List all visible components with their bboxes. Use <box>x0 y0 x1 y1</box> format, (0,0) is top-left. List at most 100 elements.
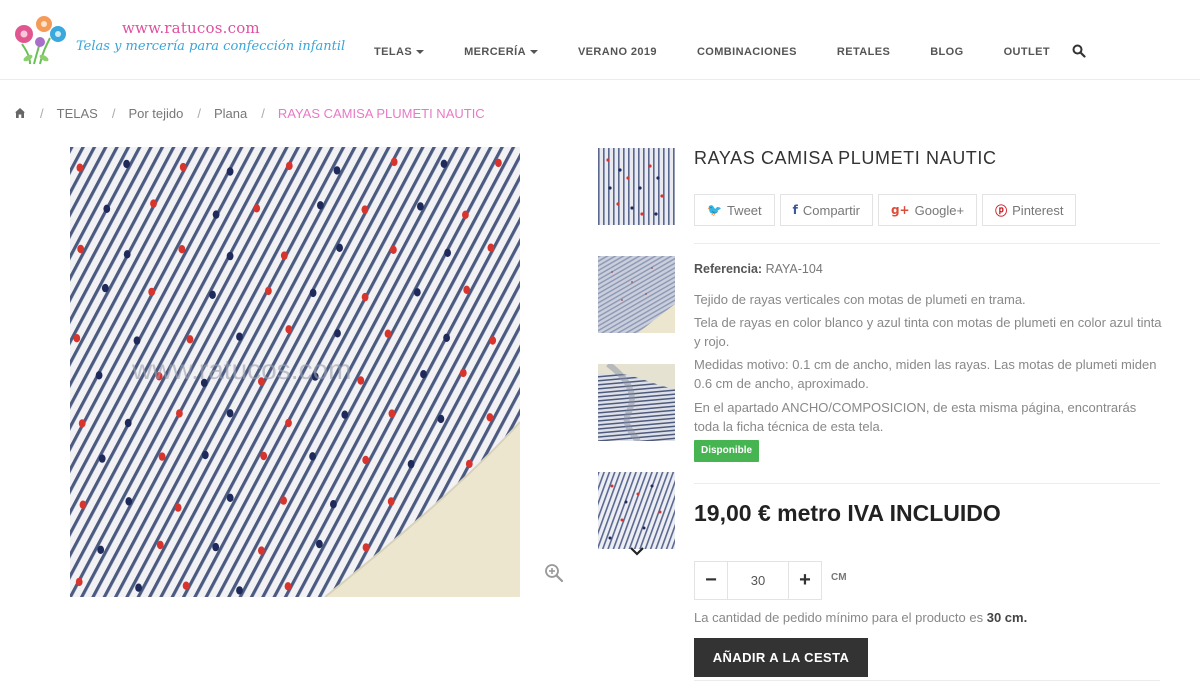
plumeti-dot <box>330 500 337 509</box>
plumeti-dot <box>285 161 293 171</box>
plumeti-dot <box>209 290 216 299</box>
quantity-unit: CM <box>831 572 847 583</box>
nav-item-verano-2019[interactable]: VERANO 2019 <box>578 46 657 58</box>
google-plus-button[interactable]: g+ Google+ <box>877 194 978 226</box>
plumeti-dot <box>125 497 133 506</box>
nav-item-combinaciones[interactable]: COMBINACIONES <box>697 46 797 58</box>
plumeti-dot <box>465 459 473 469</box>
fabric-photo: www.ratucos.com <box>70 147 520 597</box>
plumeti-dot <box>150 199 157 208</box>
facebook-label: Compartir <box>802 202 860 218</box>
minimum-order-note: La cantidad de pedido mínimo para el pro… <box>694 610 1027 625</box>
description-line-2: Tela de rayas en color blanco y azul tin… <box>694 315 1162 349</box>
plumeti-dot <box>78 419 86 428</box>
plumeti-dot <box>463 285 471 294</box>
pinterest-button[interactable]: ⓟ Pinterest <box>982 194 1077 226</box>
plumeti-dot <box>148 287 156 297</box>
plumeti-dot <box>459 368 467 378</box>
quantity-increase-button[interactable]: + <box>788 561 822 600</box>
breadcrumb-separator: / <box>111 105 116 121</box>
description-line-4: En el apartado ANCHO/COMPOSICION, de est… <box>694 400 1137 434</box>
tweet-button[interactable]: 🐦 Tweet <box>694 194 775 226</box>
product-title: RAYAS CAMISA PLUMETI NAUTIC <box>694 148 997 168</box>
thumbnail-4[interactable] <box>598 472 675 549</box>
plumeti-dot <box>97 545 105 554</box>
nav-item-label: BLOG <box>930 46 964 58</box>
divider <box>694 483 1160 484</box>
plumeti-dot <box>174 503 182 512</box>
tweet-label: Tweet <box>726 202 762 218</box>
plumeti-dot <box>285 325 293 334</box>
availability-badge: Disponible <box>694 440 760 462</box>
thumbnail-3[interactable] <box>598 364 675 441</box>
plumeti-dot <box>487 243 495 252</box>
plumeti-dot <box>260 451 268 461</box>
plumeti-dot <box>135 583 142 592</box>
plumeti-dot <box>212 542 220 552</box>
plumeti-dot <box>226 409 234 418</box>
plumeti-dot <box>123 159 130 169</box>
plumeti-dot <box>309 452 316 461</box>
nav-item-label: TELAS <box>374 46 413 58</box>
plumeti-dot <box>265 286 272 296</box>
breadcrumb: / TELAS / Por tejido / Plana / RAYAS CAM… <box>14 105 485 121</box>
twitter-icon: 🐦 <box>707 203 722 217</box>
quantity-input[interactable] <box>728 561 788 600</box>
thumbnail-2[interactable] <box>598 256 675 333</box>
reference-value: RAYA-104 <box>765 262 823 276</box>
breadcrumb-item-telas[interactable]: TELAS <box>57 106 98 121</box>
product-reference: Referencia: RAYA-104 <box>694 262 823 276</box>
thumbnail-1[interactable] <box>598 148 675 225</box>
zoom-in-icon[interactable] <box>544 563 564 583</box>
nav-item-telas[interactable]: TELAS <box>374 46 425 58</box>
plumeti-dot <box>334 329 341 338</box>
facebook-share-button[interactable]: f Compartir <box>779 194 873 226</box>
plumeti-dot <box>486 413 494 422</box>
quantity-stepper: − + <box>694 561 822 600</box>
breadcrumb-item-por-tejido[interactable]: Por tejido <box>128 106 183 121</box>
plumeti-dot <box>101 283 109 293</box>
plumeti-dot <box>103 204 111 213</box>
quantity-decrease-button[interactable]: − <box>694 561 728 600</box>
chevron-down-icon[interactable] <box>629 545 645 557</box>
plumeti-dot <box>178 245 186 254</box>
search-icon[interactable] <box>1072 44 1086 58</box>
plumeti-dot <box>226 251 234 261</box>
plumeti-dot <box>156 540 164 550</box>
plumeti-dot <box>357 376 365 385</box>
plumeti-dot <box>284 582 292 591</box>
plumeti-dot <box>495 158 502 168</box>
plumeti-dot <box>182 581 190 590</box>
plumeti-dot <box>236 586 243 595</box>
product-main-image[interactable]: www.ratucos.com <box>70 147 520 597</box>
plumeti-dot <box>212 210 220 219</box>
plumeti-dot <box>124 418 132 428</box>
nav-item-retales[interactable]: RETALES <box>837 46 890 58</box>
site-logo[interactable]: www.ratucos.com Telas y mercería para co… <box>12 12 345 70</box>
add-to-cart-button[interactable]: AÑADIR A LA CESTA <box>694 638 868 677</box>
nav-item-outlet[interactable]: OUTLET <box>1004 46 1050 58</box>
plumeti-dot <box>133 336 141 345</box>
thumbnail-image <box>598 364 675 441</box>
main-nav: TELAS MERCERÍA VERANO 2019 COMBINACIONES… <box>374 44 1050 60</box>
plumeti-dot <box>280 496 287 505</box>
plumeti-dot <box>362 543 370 552</box>
plumeti-dot <box>341 410 349 419</box>
divider <box>694 680 1160 681</box>
breadcrumb-separator: / <box>40 105 44 121</box>
plumeti-dot <box>444 248 451 257</box>
plumeti-dot <box>413 288 421 297</box>
breadcrumb-item-plana[interactable]: Plana <box>214 106 247 121</box>
nav-item-label: VERANO 2019 <box>577 46 657 58</box>
home-icon[interactable] <box>14 107 26 119</box>
pinterest-icon: ⓟ <box>995 203 1008 218</box>
nav-item-blog[interactable]: BLOG <box>930 46 963 58</box>
plumeti-dot <box>420 370 427 379</box>
breadcrumb-separator: / <box>197 105 201 121</box>
plumeti-dot <box>316 539 323 549</box>
plumeti-dot <box>98 454 106 463</box>
plumeti-dot <box>384 329 392 338</box>
nav-item-merceria[interactable]: MERCERÍA <box>464 46 538 58</box>
plumeti-dot <box>123 250 131 259</box>
minimum-order-text: La cantidad de pedido mínimo para el pro… <box>694 610 984 625</box>
